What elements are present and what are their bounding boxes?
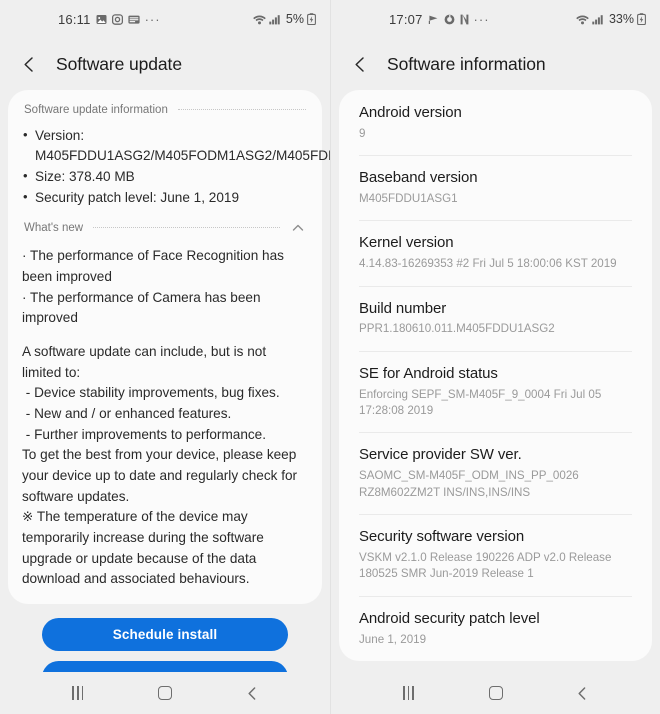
navigation-bar [0,672,330,714]
row-value: PPR1.180610.011.M405FDDU1ASG2 [359,322,555,336]
list-item[interactable]: Security software version VSKM v2.1.0 Re… [339,514,652,596]
update-actions: Schedule install Install now [0,604,330,672]
list-item[interactable]: SE for Android status Enforcing SEPF_SM-… [339,350,652,433]
dual-screenshot-container: 16:11 ··· 5% Software update Software up… [0,0,660,714]
more-dots-icon: ··· [144,11,161,27]
status-clock: 17:07 [389,11,423,27]
list-item[interactable]: Build number PPR1.180610.011.M405FDDU1AS… [339,285,652,351]
list-item[interactable]: Android security patch level June 1, 201… [339,595,652,661]
status-bar-left: 17:07 ··· [389,12,490,27]
schedule-install-button[interactable]: Schedule install [42,617,288,651]
app-bar: Software information [331,38,660,90]
row-value: 9 [359,126,366,140]
row-value: 4.14.83-16269353 #2 Fri Jul 5 18:00:06 K… [359,257,617,271]
status-bar: 16:11 ··· 5% [0,0,330,38]
status-bar-right: 33% [576,12,646,26]
list-item[interactable]: Baseband version M405FDDU1ASG1 [339,155,652,220]
list-item: Size: 378.40 MB [22,166,308,187]
update-info-header: Software update information [22,102,308,120]
signal-icon [592,14,604,25]
row-title: Android version [359,104,462,121]
recents-icon[interactable] [390,678,428,708]
page-title: Software information [387,53,546,74]
chrome-icon [444,14,455,25]
list-item[interactable]: Android version 9 [339,90,652,155]
row-value: June 1, 2019 [359,632,427,646]
whats-new-body: · The performance of Face Recognition ha… [22,246,308,590]
whats-new-paragraph-1: · The performance of Face Recognition ha… [22,248,284,326]
row-title: Build number [359,299,447,317]
install-now-button[interactable]: Install now [42,660,288,672]
news-icon [127,14,140,25]
dotted-divider [93,226,280,228]
wifi-icon [253,14,266,25]
right-phone-screen: 17:07 ··· 33% Software information Andro… [330,0,660,714]
list-item[interactable]: Service provider SW ver. SAOMC_SM-M405F_… [339,432,652,514]
left-phone-screen: 16:11 ··· 5% Software update Software up… [0,0,330,714]
row-title: SE for Android status [359,364,498,382]
row-title: Baseband version [359,169,478,187]
update-info-bullets: Version: M405FDDU1ASG2/M405FODM1ASG2/M40… [22,125,330,208]
dotted-divider [177,108,306,110]
status-clock: 16:11 [58,11,91,27]
back-arrow-icon[interactable] [16,51,42,77]
instagram-icon [111,13,123,25]
battery-charging-icon [637,13,646,25]
battery-percent: 33% [608,12,634,26]
whats-new-header[interactable]: What's new [22,218,308,240]
software-information-card: Android version 9 Baseband version M405F… [339,90,652,661]
row-value: Enforcing SEPF_SM-M405F_9_0004 Fri Jul 0… [359,387,602,418]
status-bar: 17:07 ··· 33% [331,0,660,38]
list-item[interactable]: Kernel version 4.14.83-16269353 #2 Fri J… [339,220,652,285]
page-title: Software update [56,53,182,74]
row-value: M405FDDU1ASG1 [359,191,458,205]
status-bar-left: 16:11 ··· [58,12,161,27]
list-item: Security patch level: June 1, 2019 [22,187,308,208]
row-title: Service provider SW ver. [359,446,522,464]
back-icon[interactable] [564,678,602,708]
software-update-card: Software update information Version: M40… [8,90,330,604]
battery-low-charging-icon [307,13,316,25]
whats-new-label: What's new [24,222,84,235]
left-content: Software update information Version: M40… [0,90,330,672]
update-info-label: Software update information [24,104,168,116]
back-arrow-icon[interactable] [347,51,373,77]
whats-new-paragraph-2: A software update can include, but is no… [22,344,298,587]
right-content: Android version 9 Baseband version M405F… [331,90,660,672]
more-dots-icon: ··· [473,11,490,27]
signal-icon [269,14,281,25]
recents-icon[interactable] [59,678,97,708]
home-icon[interactable] [146,678,184,708]
chevron-up-icon[interactable] [290,220,306,236]
navigation-bar [331,672,660,714]
row-title: Android security patch level [359,609,540,627]
netflix-icon [460,14,469,25]
wifi-icon [576,14,589,25]
app-bar: Software update [0,38,330,90]
photos-icon [96,14,107,25]
battery-percent: 5% [285,12,304,26]
row-title: Kernel version [359,234,454,252]
play-icon [428,14,439,25]
back-icon[interactable] [233,678,271,708]
row-value: VSKM v2.1.0 Release 190226 ADP v2.0 Rele… [359,550,612,581]
row-value: SAOMC_SM-M405F_ODM_INS_PP_0026 RZ8M602ZM… [359,469,579,499]
status-bar-right: 5% [253,12,316,26]
row-title: Security software version [359,528,525,546]
list-item: Version: M405FDDU1ASG2/M405FODM1ASG2/M40… [22,125,330,166]
home-icon[interactable] [477,678,515,708]
